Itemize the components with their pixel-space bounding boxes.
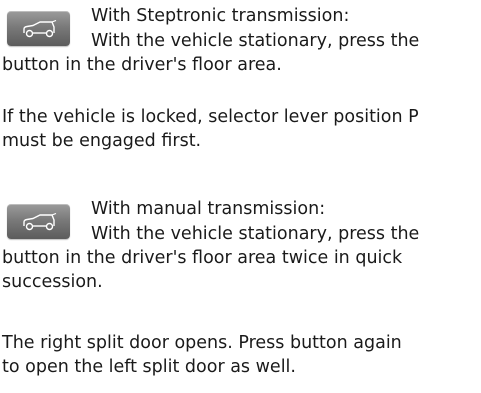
manual-instruction-line-3: succession. bbox=[2, 272, 103, 292]
manual-instruction-line-1: With the vehicle stationary, press the bbox=[91, 224, 420, 244]
steptronic-note-line-1: If the vehicle is locked, selector lever… bbox=[2, 107, 419, 127]
manual-instruction-line-2: button in the driver's floor area twice … bbox=[2, 248, 403, 268]
steptronic-instruction-line-1: With the vehicle stationary, press the bbox=[91, 31, 420, 51]
steptronic-heading: With Steptronic transmission: bbox=[91, 6, 350, 26]
steptronic-note-line-2: must be engaged first. bbox=[2, 131, 202, 151]
car-tailgate-icon bbox=[7, 204, 70, 239]
steptronic-instruction-line-2: button in the driver's floor area. bbox=[2, 55, 282, 75]
result-line-2: to open the left split door as well. bbox=[2, 357, 296, 377]
manual-heading: With manual transmission: bbox=[91, 199, 326, 219]
manual-page: With Steptronic transmission: With the v… bbox=[0, 0, 481, 393]
car-tailgate-icon bbox=[7, 11, 70, 46]
result-line-1: The right split door opens. Press button… bbox=[2, 333, 402, 353]
